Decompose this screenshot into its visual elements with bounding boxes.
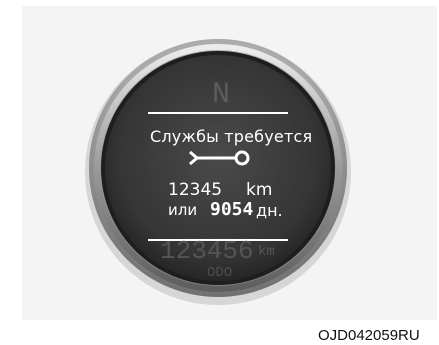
gear-indicator: N	[212, 78, 231, 112]
figure: N Службы требуется 12345 km или 9054 дн.…	[0, 0, 439, 345]
instrument-gauge	[85, 39, 351, 305]
odometer-unit: km	[258, 244, 275, 260]
service-mileage-unit: km	[246, 180, 273, 200]
or-label: или	[168, 201, 198, 219]
service-days-unit: дн.	[256, 201, 283, 220]
odometer-value: 123456	[160, 236, 254, 266]
odometer-label: ODO	[207, 265, 233, 281]
figure-code: OJD042059RU	[318, 327, 420, 344]
service-mileage-value: 12345	[168, 180, 223, 200]
service-days-value: 9054	[210, 199, 254, 220]
service-message: Службы требуется	[150, 127, 313, 146]
